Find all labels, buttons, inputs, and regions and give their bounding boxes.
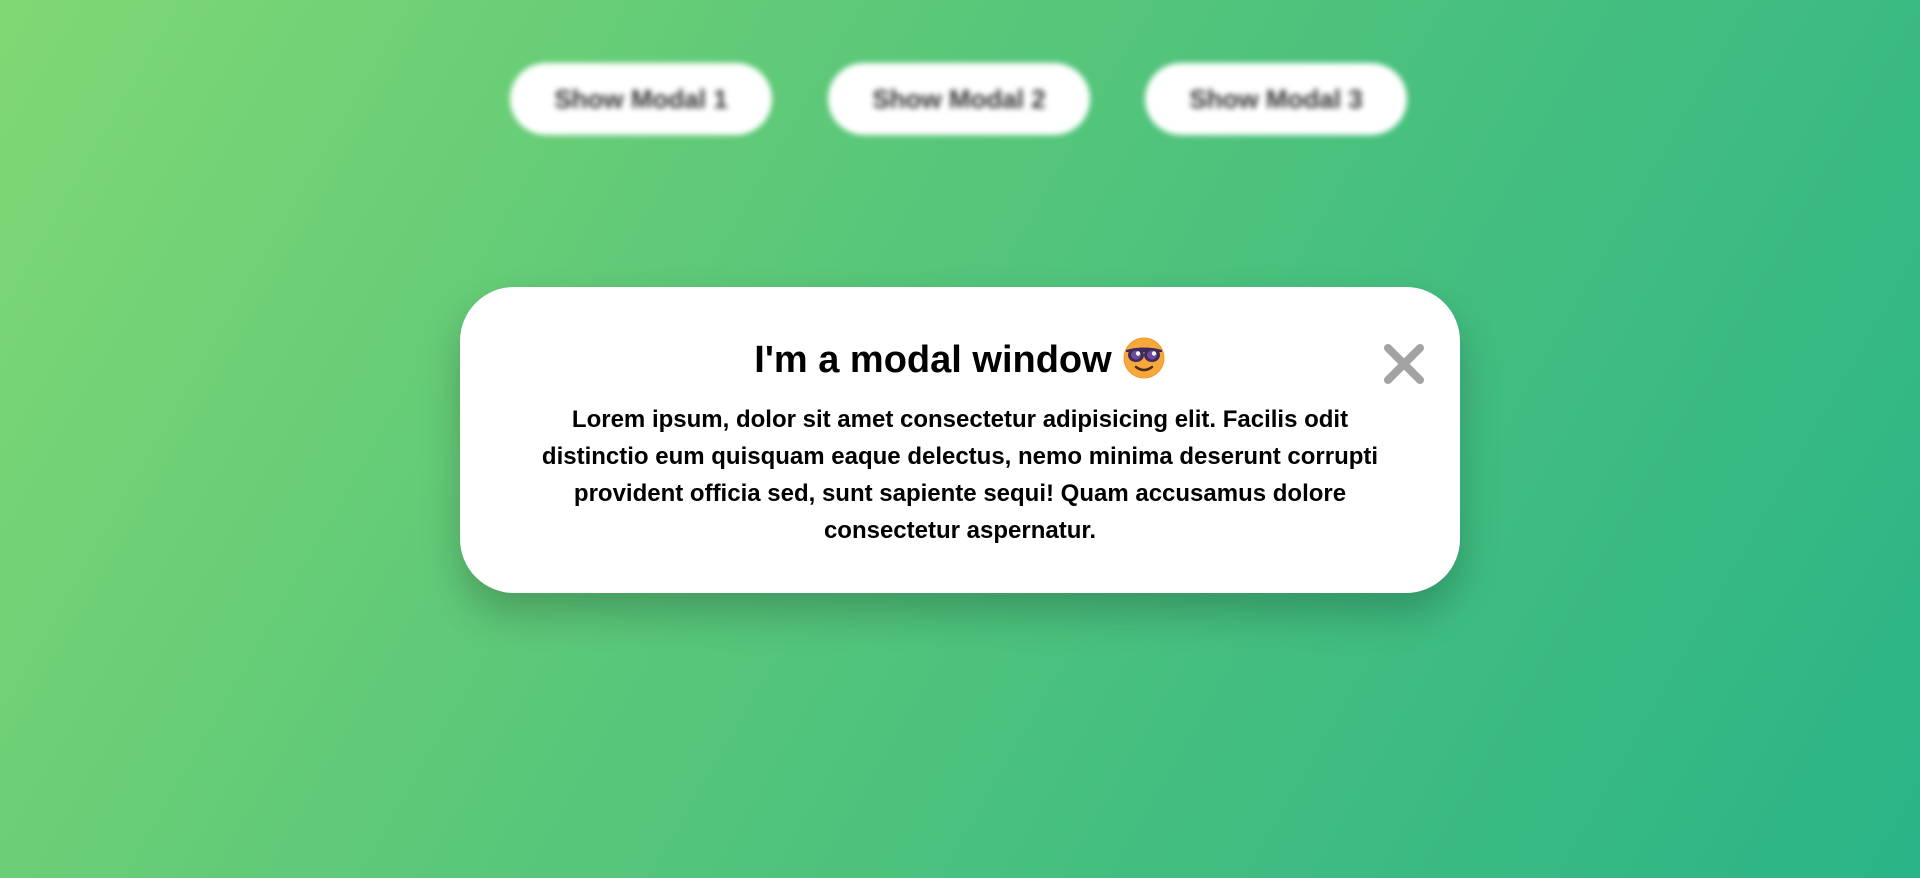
modal-window: I'm a modal window Lorem ipsum, dolor si…	[460, 287, 1460, 593]
modal-title: I'm a modal window	[460, 335, 1460, 383]
smiling-face-with-sunglasses-icon	[1123, 337, 1165, 379]
modal-title-text: I'm a modal window	[754, 338, 1112, 381]
show-modal-2-button[interactable]: Show Modal 2	[828, 63, 1090, 135]
show-modal-1-button[interactable]: Show Modal 1	[510, 63, 772, 135]
close-button[interactable]	[1382, 342, 1426, 386]
show-modal-3-button[interactable]: Show Modal 3	[1145, 63, 1407, 135]
modal-body-text: Lorem ipsum, dolor sit amet consectetur …	[541, 406, 1379, 544]
close-icon	[1384, 344, 1424, 384]
modal-button-row: Show Modal 1 Show Modal 2 Show Modal 3	[0, 63, 1920, 135]
